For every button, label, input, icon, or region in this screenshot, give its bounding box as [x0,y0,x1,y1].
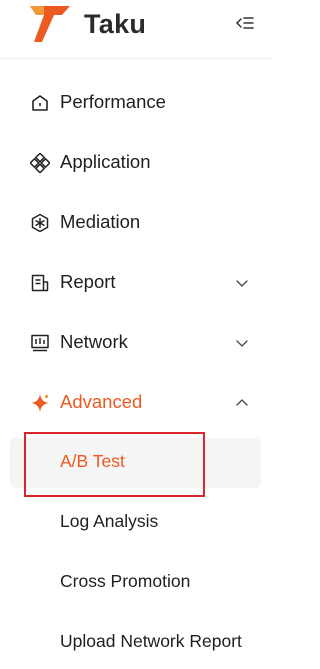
network-icon [31,334,49,352]
subnav-label: Cross Promotion [60,571,191,591]
nav-item-mediation[interactable]: Mediation [0,198,271,248]
brand-name: Taku [84,9,147,39]
subnav-item-upload-network-report[interactable]: Upload Network Report [0,618,271,668]
taku-logo-icon [30,6,70,42]
sparkle-icon [31,394,49,412]
chevron-down-icon [236,280,248,287]
nav-item-report[interactable]: Report [0,258,271,308]
nav-item-network[interactable]: Network [0,318,271,368]
nav-label: Mediation [60,211,141,232]
subnav-item-log-analysis[interactable]: Log Analysis [0,498,271,548]
subnav-item-cross-promotion[interactable]: Cross Promotion [0,558,271,608]
nav-item-application[interactable]: Application [0,138,271,188]
report-icon [31,274,49,292]
menu-collapse-icon[interactable] [235,13,255,33]
nav-label: Network [60,331,128,352]
chevron-up-icon [236,399,248,406]
nav-label: Report [60,271,116,292]
highlight-box [24,432,205,497]
subnav-label: Log Analysis [60,511,159,531]
sidebar-header: Taku [0,0,271,59]
hexagon-icon [31,213,49,233]
nav-label: Application [60,151,151,172]
nav-item-advanced[interactable]: Advanced [0,378,271,428]
nav-label: Advanced [60,391,143,412]
chevron-down-icon [236,340,248,347]
home-icon [32,95,48,111]
subnav-label: Upload Network Report [60,631,242,651]
nav-label: Performance [60,91,166,112]
app-grid-icon [30,153,50,173]
nav-item-performance[interactable]: Performance [0,78,271,128]
